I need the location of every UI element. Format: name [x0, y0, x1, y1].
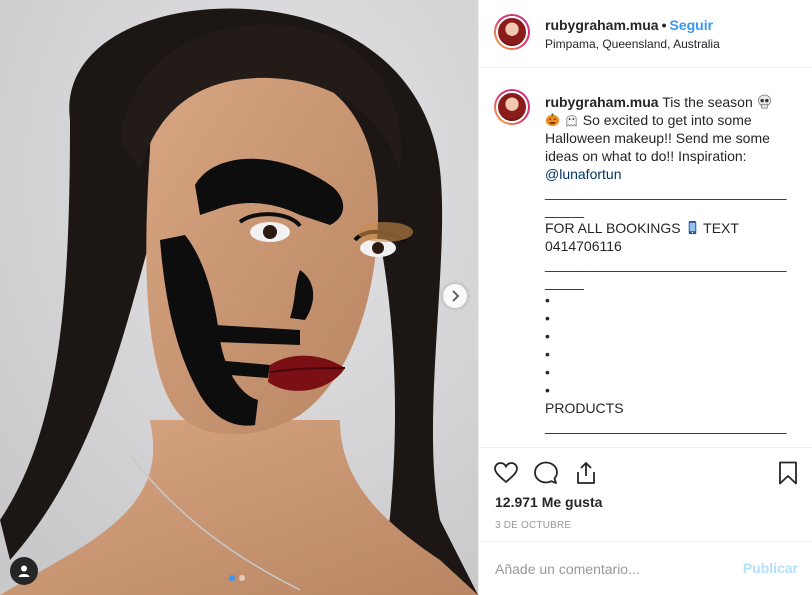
ghost-emoji-icon [566, 115, 577, 127]
post-info-panel: rubygraham.mua • Seguir Pimpama, Queenslan… [478, 0, 812, 595]
post-photo[interactable] [0, 0, 478, 595]
follow-button[interactable]: Seguir [670, 17, 714, 33]
caption-text-2: So excited to get into some Halloween ma… [545, 112, 774, 164]
comment-bar: Publicar [479, 541, 812, 595]
carousel-dot-1 [229, 575, 235, 581]
caption-avatar[interactable] [494, 89, 530, 125]
caption-body-1: ____________________________________ FOR… [545, 184, 787, 236]
next-photo-button[interactable] [443, 284, 467, 308]
comments-section[interactable]: rubygraham.mua Tis the season So excited… [479, 69, 812, 447]
caption-username[interactable]: rubygraham.mua [545, 94, 659, 110]
location-link[interactable]: Pimpama, Queensland, Australia [545, 37, 720, 51]
jack-o-lantern-emoji-icon [545, 113, 560, 127]
bookmark-icon[interactable] [775, 460, 801, 486]
carousel-indicator [229, 575, 245, 581]
heart-icon[interactable] [493, 460, 519, 486]
caption-text-1: Tis the season [658, 94, 757, 110]
action-bar: 12.971 Me gusta 3 DE OCTUBRE [479, 447, 812, 541]
post-header: rubygraham.mua • Seguir Pimpama, Queenslan… [479, 0, 812, 68]
share-icon[interactable] [573, 460, 599, 486]
post-date[interactable]: 3 DE OCTUBRE [495, 520, 571, 531]
carousel-dot-2 [239, 575, 245, 581]
username-link[interactable]: rubygraham.mua [545, 17, 659, 33]
mobile-phone-emoji-icon [688, 220, 696, 235]
publish-button[interactable]: Publicar [743, 560, 798, 576]
caption-body-2: TEXT 0414706116 ________________________… [545, 220, 787, 447]
tagged-users-button[interactable] [10, 557, 38, 585]
avatar[interactable] [494, 14, 530, 50]
post-caption: rubygraham.mua Tis the season So excited… [545, 93, 787, 447]
separator-dot: • [661, 17, 667, 33]
chevron-right-icon [452, 290, 460, 302]
comment-icon[interactable] [533, 460, 559, 486]
user-icon [18, 565, 30, 577]
skull-emoji-icon [757, 94, 771, 109]
comment-input[interactable] [495, 559, 735, 579]
mention-link[interactable]: @lunafortun [545, 166, 621, 182]
makeup-portrait-image [0, 0, 478, 595]
likes-count[interactable]: 12.971 Me gusta [495, 494, 602, 510]
